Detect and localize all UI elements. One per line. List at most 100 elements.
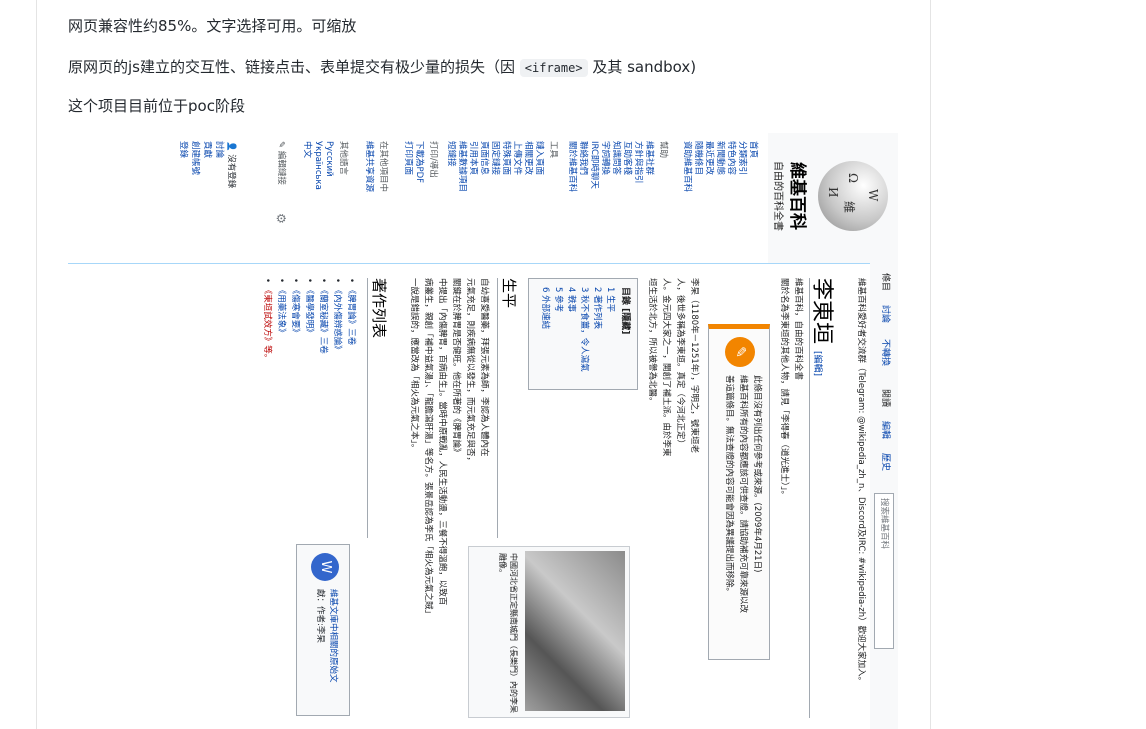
nav-item[interactable]: 頁面信息: [478, 141, 489, 192]
edit-links[interactable]: ✎ 編輯鏈接: [276, 141, 288, 185]
intro-loss-before: 原网页的js建立的交互性、链接点击、表单提交有极少量的损失（因: [68, 58, 520, 76]
nav-item[interactable]: 新聞動態: [714, 141, 725, 192]
tab-talk[interactable]: 討論: [880, 305, 893, 323]
works-item: • 《內外傷辨惑論》: [332, 278, 342, 354]
section-heading-works: 著作列表: [370, 278, 388, 339]
wiki-globe-icon: W Ω 維 И: [818, 161, 888, 231]
nav-item[interactable]: 鏈入頁面: [533, 141, 544, 192]
nav-print: 打印/導出 下載為PDF 打印頁面: [402, 141, 438, 183]
works-item-text[interactable]: 《東垣試效方》等。: [262, 286, 272, 363]
works-item-text[interactable]: 《蘭室秘藏》三卷: [318, 286, 328, 354]
nav-item[interactable]: 引用本頁: [467, 141, 478, 192]
intro-paragraph-loss: 原网页的js建立的交互性、链接点击、表单提交有极少量的损失（因 <iframe>…: [68, 56, 696, 77]
toc-item[interactable]: 1 生平: [605, 287, 617, 312]
table-of-contents: 目錄 [隱藏] 1 生平 2 著作列表 3 秋不食薑，令人瀉氣 4 軼事 5 參…: [528, 278, 638, 390]
toc-item[interactable]: 5 參考: [553, 287, 565, 312]
works-item-text[interactable]: 《內外傷辨惑論》: [332, 286, 342, 354]
nav-item[interactable]: 資助維基百科: [681, 141, 692, 192]
tab-read[interactable]: 閱讀: [880, 389, 893, 407]
refimprove-notice: ✎ 此條目沒有列出任何參考或來源。(2009年4月21日) 維基百科所有的內容都…: [708, 324, 770, 660]
toc-item[interactable]: 3 秋不食薑，令人瀉氣: [579, 287, 591, 372]
page-left-border: [36, 0, 37, 729]
toc-item[interactable]: 2 著作列表: [592, 287, 604, 329]
works-item-text[interactable]: 《醫學發明》: [304, 286, 314, 337]
lead-line: 垣生活於北方，所以被譽為北醫。: [647, 278, 657, 406]
works-item: • 《傷寒會要》: [290, 278, 300, 337]
nav-item[interactable]: 維基數據項目: [456, 141, 467, 192]
works-item-text[interactable]: 《用藥法象》: [276, 286, 286, 337]
wiki-content: 維基百科愛好者交流群（Telegram: @wikipedia_zh_n、Dis…: [68, 263, 870, 729]
toc-item[interactable]: 6 外部連結: [540, 287, 552, 329]
bio-line: 關鍵在於脾胃是否健旺。他在所著的《脾胃論》: [451, 278, 461, 457]
nav-item[interactable]: 方針與指引: [632, 141, 643, 192]
lead-line: 人，後世多稱為李東垣。真定（今河北正定）: [675, 278, 685, 449]
nav-item[interactable]: Українська: [312, 141, 323, 190]
nav-item[interactable]: 特色內容: [725, 141, 736, 192]
nav-item[interactable]: 維基社群: [643, 141, 654, 192]
tab-article[interactable]: 條目: [880, 273, 893, 291]
nav-item[interactable]: 最近更改: [703, 141, 714, 192]
nav-heading: 在其他項目中: [378, 141, 388, 193]
tab-history[interactable]: 歷史: [880, 453, 893, 471]
user-talk-link[interactable]: 討論: [214, 141, 224, 158]
nav-item[interactable]: 上傳文件: [511, 141, 522, 192]
create-account-link[interactable]: 創建帳號: [190, 141, 200, 175]
gear-icon[interactable]: ⚙: [274, 213, 288, 224]
hatnote: 關於名為李東垣的其他人物，請見「李得春（道光進士）」。: [779, 278, 789, 500]
title-edit-link[interactable]: [編輯]: [812, 351, 822, 376]
nav-item[interactable]: 知識問答: [610, 141, 621, 192]
nav-other-projects: 在其他項目中 維基共享資源: [363, 141, 388, 192]
wikisource-line1[interactable]: 維基文庫中相關的原始文: [328, 589, 338, 683]
lead-line: 李杲（1180年－1251年），字明之，號東垣老: [689, 278, 699, 454]
globe-glyph: 維: [842, 201, 856, 214]
user-icon-anon: 👤 沒有登錄: [226, 141, 236, 189]
nav-item[interactable]: IRC即時聊天: [588, 141, 599, 192]
nav-item[interactable]: 首頁: [747, 141, 758, 192]
works-item-text[interactable]: 《脾胃論》三卷: [346, 286, 356, 346]
wiki-logo-title: 維基百科: [787, 162, 807, 230]
nav-item[interactable]: 互助客棧: [621, 141, 632, 192]
nav-item[interactable]: 相關更改: [522, 141, 533, 192]
bio-line: 自幼喜愛醫藥，拜張元素為師，李認為人體內在: [479, 278, 489, 457]
toc-title[interactable]: 目錄 [隱藏]: [620, 287, 633, 334]
toc-item[interactable]: 4 軼事: [566, 287, 578, 312]
nav-item[interactable]: 字詞轉換: [599, 141, 610, 192]
works-item-text[interactable]: 《傷寒會要》: [290, 286, 300, 337]
statue-thumbnail[interactable]: 中國河北省正定縣南城門（長樂門）內的李杲雕像。: [468, 546, 630, 718]
tab-edit[interactable]: 編輯: [880, 421, 893, 439]
tab-variant[interactable]: 不轉換: [880, 339, 893, 366]
search-input[interactable]: 搜索維基百科: [874, 493, 894, 649]
site-notice: 維基百科愛好者交流群（Telegram: @wikipedia_zh_n、Dis…: [856, 278, 866, 686]
nav-item[interactable]: 隨機條目: [692, 141, 703, 192]
user-tools: 👤 沒有登錄 討論 貢獻 創建帳號 登錄: [178, 141, 238, 271]
nav-item[interactable]: 關於維基百科: [566, 141, 577, 192]
nav-item[interactable]: 固定鏈接: [489, 141, 500, 192]
nav-languages: 其他語言 Русский Українська 中文: [301, 141, 348, 190]
statue-image[interactable]: [525, 551, 625, 711]
nav-heading: 打印/導出: [428, 141, 438, 178]
wikisource-line2[interactable]: 獻：作者:李杲: [315, 589, 325, 643]
nav-item[interactable]: 下載為PDF: [413, 141, 424, 183]
nav-main: 首頁 分類索引 特色內容 新聞動態 最近更改 隨機條目 資助維基百科: [681, 141, 758, 192]
title-rule: [809, 278, 810, 718]
nav-item[interactable]: 聯絡我們: [577, 141, 588, 192]
nav-item[interactable]: 特殊頁面: [500, 141, 511, 192]
user-contribs-link[interactable]: 貢獻: [202, 141, 212, 158]
nav-item[interactable]: 維基共享資源: [363, 141, 374, 192]
globe-glyph: W: [866, 189, 880, 202]
login-link[interactable]: 登錄: [178, 141, 188, 158]
nav-help: 幫助 維基社群 方針與指引 互助客棧 知識問答 字詞轉換 IRC即時聊天 聯絡我…: [566, 141, 668, 192]
section-rule: [497, 278, 498, 538]
wiki-logo[interactable]: W Ω 維 И 維基百科 自由的百科全書: [772, 141, 890, 251]
nav-item[interactable]: 短鏈接: [445, 141, 456, 192]
ambox-line3: 善這篇條目。無法查證的內容可能會因為異議提出而移除。: [724, 375, 734, 597]
globe-glyph: Ω: [846, 173, 860, 183]
nav-item[interactable]: 打印頁面: [402, 141, 413, 183]
nav-item[interactable]: Русский: [323, 141, 334, 190]
nav-tools: 工具 鏈入頁面 相關更改 上傳文件 特殊頁面 固定鏈接 頁面信息 引用本頁 維基…: [445, 141, 558, 192]
statue-caption: 中國河北省正定縣南城門（長樂門）內的李杲雕像。: [498, 553, 518, 713]
intro-paragraph-poc: 这个项目目前位于poc阶段: [68, 97, 245, 115]
nav-item[interactable]: 中文: [301, 141, 312, 190]
globe-glyph: И: [826, 187, 840, 198]
nav-item[interactable]: 分類索引: [736, 141, 747, 192]
